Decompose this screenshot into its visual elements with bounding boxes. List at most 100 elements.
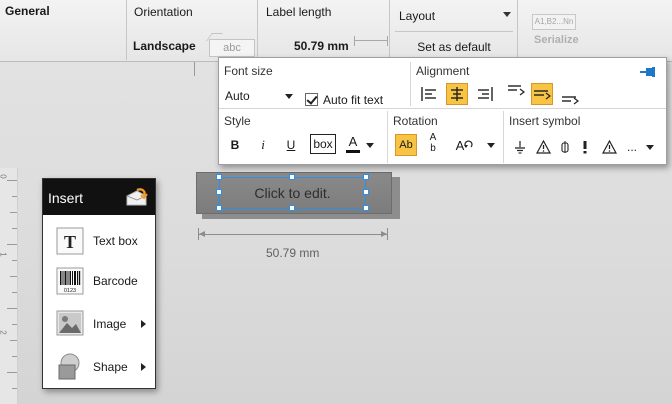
ruler-tick [7,372,17,373]
insert-text-box-item[interactable]: T Text box [43,221,155,261]
chevron-down-icon [285,94,293,99]
symbol-ground-button[interactable] [509,136,531,158]
auto-fit-label[interactable]: Auto fit text [323,93,383,107]
insert-image-item[interactable]: Image [43,304,155,344]
serialize-section[interactable]: A1,B2...Nn Serialize [518,0,598,60]
resize-handle[interactable] [216,205,222,211]
resize-handle[interactable] [363,174,369,180]
chevron-down-icon [503,12,511,17]
resize-handle[interactable] [363,189,369,195]
serialize-label: Serialize [534,34,579,46]
align-center-icon [451,87,463,101]
symbol-exclamation-button[interactable] [574,136,596,158]
text-box-content[interactable]: Click to edit. [220,185,365,201]
ruler-top-marker [194,62,195,76]
vertical-ruler: 0 1 2 [0,168,18,404]
alignment-title: Alignment [416,64,470,78]
box-border-button[interactable]: box [310,134,336,154]
font-color-swatch [346,149,360,153]
rotation-dropdown[interactable] [485,134,497,156]
insert-panel-toggle-icon[interactable] [125,186,149,208]
layout-title: Layout [399,9,436,23]
insert-shape-item[interactable]: Shape [43,347,155,387]
rotation-horizontal-button[interactable]: Ab [395,134,417,156]
valign-middle-button[interactable] [531,83,553,105]
dimension-cap [387,228,388,240]
insert-item-label: Text box [93,234,138,248]
align-right-button[interactable] [474,83,496,105]
set-as-default-button[interactable]: Set as default [395,37,513,57]
ruler-tick [7,308,17,309]
general-tab[interactable]: General [0,0,127,60]
ruler-number: 0 [0,174,8,178]
orientation-section: Orientation Landscape abc [127,0,258,60]
layout-divider [395,31,513,32]
symbol-hazard-button[interactable] [598,136,620,158]
panel-divider [219,108,666,109]
ruler-tick [12,356,17,357]
pin-icon[interactable] [640,67,656,77]
ruler-number: 2 [0,330,8,334]
align-left-button[interactable] [418,83,440,105]
rotation-rotate-button[interactable]: A [452,134,478,156]
font-size-dropdown[interactable]: Auto [225,88,295,106]
ruler-tick [12,388,17,389]
italic-button[interactable]: i [252,134,274,156]
rotation-horizontal-label: Ab [399,139,413,151]
label-length-title: Label length [266,5,332,19]
resize-handle[interactable] [216,174,222,180]
chevron-down-icon [366,142,374,148]
orientation-preview-text: abc [223,42,241,54]
ruler-tick [10,340,17,341]
layout-dropdown[interactable]: Layout [395,6,513,26]
valign-top-button[interactable] [505,80,527,102]
section-divider [503,111,504,163]
dimension-arrow-right [381,231,387,237]
font-size-title: Font size [224,64,273,78]
resize-handle[interactable] [289,174,295,180]
box-label: box [313,137,333,151]
shape-icon [58,353,80,380]
rotation-vertical-b: b [430,143,436,154]
bold-button[interactable]: B [224,134,246,156]
font-color-letter: A [348,133,358,149]
symbol-warning-button[interactable] [532,136,554,158]
rotation-vertical-button[interactable]: A b [422,132,444,154]
ribbon-toolbar: General Orientation Landscape abc Label … [0,0,672,62]
label-length-value[interactable]: 50.79 mm [294,39,349,53]
image-icon [56,310,84,336]
ruler-tick [10,212,17,213]
barcode-icon: 0123 [56,267,84,295]
resize-handle[interactable] [216,189,222,195]
symbol-fuse-button[interactable] [554,136,576,158]
insert-symbol-title: Insert symbol [509,114,581,128]
symbol-dropdown[interactable] [644,136,656,158]
font-color-dropdown[interactable] [364,134,376,156]
dimension-line [198,234,388,235]
more-symbols-label: ... [626,140,637,154]
symbol-more-button[interactable]: ... [621,136,643,158]
dimension-arrow-left [199,231,205,237]
align-center-button[interactable] [446,83,468,105]
insert-barcode-item[interactable]: 0123 Barcode [43,261,155,301]
font-color-button[interactable]: A [343,133,363,155]
ruler-tick [12,196,17,197]
rotate-arrow-icon [464,140,473,148]
valign-bottom-button[interactable] [559,86,581,108]
orientation-preview-icon[interactable]: abc [209,39,255,57]
svg-text:T: T [64,232,76,252]
insert-item-label: Barcode [93,274,138,288]
dimension-indicator [198,228,388,240]
valign-middle-icon [534,90,551,100]
general-title: General [5,4,50,18]
resize-handle[interactable] [289,205,295,211]
underline-button[interactable]: U [280,134,302,156]
rotation-vertical-a: A [429,132,437,143]
orientation-value[interactable]: Landscape [133,39,196,53]
resize-handle[interactable] [363,205,369,211]
ruler-tick [12,260,17,261]
chevron-right-icon [141,320,146,328]
section-divider [387,111,388,163]
serialize-icon-text: A1,B2...Nn [534,17,574,26]
auto-fit-checkbox[interactable] [305,93,318,106]
